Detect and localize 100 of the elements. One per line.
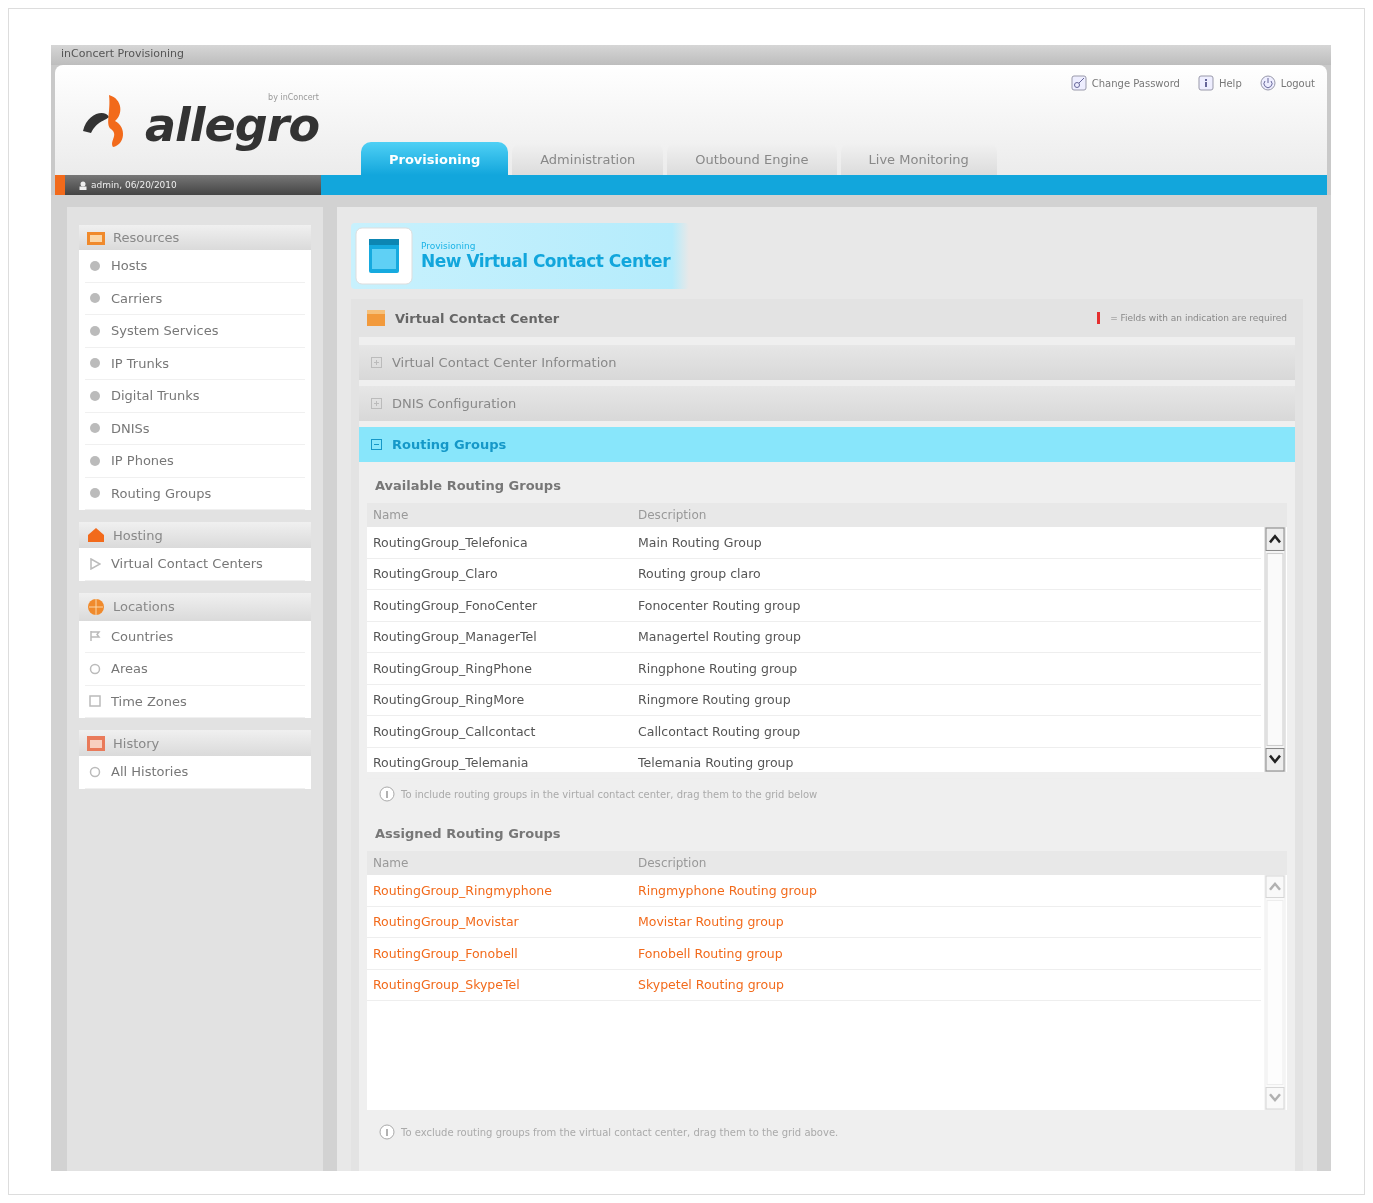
play-icon <box>89 557 101 570</box>
table-cell-text: RoutingGroup_RingMore <box>372 692 526 708</box>
table-cell-text: RoutingGroup_Ringmyphone <box>372 882 553 898</box>
calendar-icon <box>87 735 105 751</box>
required-marker <box>1097 312 1101 324</box>
sidebar-item[interactable]: Carriers <box>85 282 305 315</box>
header-link[interactable]: Logout <box>1259 75 1315 91</box>
window-title: inConcert Provisioning <box>51 45 1331 65</box>
grid-row[interactable]: RoutingGroup_Telefonica Main Routing Group <box>367 527 1261 559</box>
logo-tagline: by inConcert <box>268 92 319 102</box>
table-cell-text: RoutingGroup_RingPhone <box>372 660 533 676</box>
sidebar-item[interactable]: Hosts <box>85 250 305 283</box>
header-link[interactable]: Change Password <box>1070 75 1180 91</box>
sidebar-group-header[interactable]: History <box>79 730 311 756</box>
table-cell-text: Ringmyphone Routing group <box>637 882 818 898</box>
dot-icon <box>89 357 101 370</box>
table-cell-text: RoutingGroup_FonoCenter <box>372 597 539 613</box>
sidebar-item[interactable]: IP Phones <box>85 445 305 478</box>
dot-icon <box>89 324 101 337</box>
column-header: Description <box>637 855 708 872</box>
dot-icon <box>89 487 101 500</box>
dot-icon <box>89 292 101 305</box>
table-cell-text: RoutingGroup_Fonobell <box>372 945 519 961</box>
grid-title: Available Routing Groups <box>374 477 562 495</box>
info-icon <box>379 786 395 802</box>
sidebar-item[interactable]: Areas <box>85 653 305 686</box>
scrollbar[interactable] <box>1261 875 1287 1110</box>
grid-title: Assigned Routing Groups <box>374 825 562 843</box>
table-cell-text: Ringmore Routing group <box>637 692 792 708</box>
house-icon <box>87 527 105 543</box>
table-cell-text: RoutingGroup_Telefonica <box>372 534 529 550</box>
sidebar-group-header[interactable]: Hosting <box>79 522 311 548</box>
grid-row[interactable]: RoutingGroup_FonoCenter Fonocenter Routing group <box>367 590 1261 622</box>
breadcrumb: Provisioning <box>421 241 477 251</box>
accordion-header[interactable]: DNIS Configuration <box>359 386 1295 421</box>
user-info: admin, 06/20/2010 <box>91 180 177 190</box>
info-icon <box>379 1124 395 1140</box>
grid-row[interactable]: RoutingGroup_Fonobell Fonobell Routing group <box>367 938 1261 970</box>
logout-icon <box>1259 75 1276 91</box>
sidebar-item[interactable]: IP Trunks <box>85 347 305 380</box>
scrollbar[interactable] <box>1261 527 1287 772</box>
header-link[interactable]: Help <box>1197 75 1242 91</box>
hint-text: To exclude routing groups from the virtual contact center, drag them to the grid above. <box>401 1126 839 1138</box>
grid-row[interactable]: RoutingGroup_Callcontact Callcontact Routing group <box>367 716 1261 748</box>
table-cell-text: RoutingGroup_Claro <box>372 566 499 582</box>
table-cell-text: RoutingGroup_Callcontact <box>372 723 537 739</box>
window-icon <box>355 227 413 285</box>
table-cell-text: Ringphone Routing group <box>637 660 799 676</box>
table-cell-text: Skypetel Routing group <box>637 977 785 993</box>
sidebar-item[interactable]: Digital Trunks <box>85 380 305 413</box>
accordion-header[interactable]: Virtual Contact Center Information <box>359 345 1295 380</box>
table-cell-text: RoutingGroup_Movistar <box>372 914 520 930</box>
column-header: Name <box>372 855 410 872</box>
grid-row[interactable]: RoutingGroup_RingMore Ringmore Routing group <box>367 684 1261 716</box>
sidebar-group-header[interactable]: Locations <box>79 592 311 621</box>
table-cell-text: Managertel Routing group <box>637 629 803 645</box>
dot-icon <box>89 259 101 272</box>
grid-row[interactable]: RoutingGroup_SkypeTel Skypetel Routing group <box>367 969 1261 1001</box>
table-cell-text: Main Routing Group <box>637 534 763 550</box>
sidebar-item[interactable]: Routing Groups <box>85 477 305 510</box>
circle-icon <box>89 662 101 675</box>
table-cell-text: RoutingGroup_SkypeTel <box>372 977 521 993</box>
grid-row[interactable]: RoutingGroup_RingPhone Ringphone Routing group <box>367 653 1261 685</box>
grid-row[interactable]: RoutingGroup_Claro Routing group claro <box>367 558 1261 590</box>
table-cell-text: Fonobell Routing group <box>637 945 784 961</box>
plus-icon <box>371 357 382 368</box>
table-cell-text: Telemania Routing group <box>637 755 795 771</box>
column-header: Name <box>372 507 410 524</box>
globe-icon <box>87 597 105 616</box>
sidebar-item[interactable]: DNISs <box>85 412 305 445</box>
dot-icon <box>89 454 101 467</box>
dot-icon <box>89 389 101 402</box>
minus-icon <box>371 439 382 450</box>
flag-icon <box>89 630 101 643</box>
grid-row[interactable]: RoutingGroup_Ringmyphone Ringmyphone Routing group <box>367 875 1261 907</box>
sidebar-item[interactable]: Countries <box>85 620 305 653</box>
page-title: New Virtual Contact Center <box>421 251 671 271</box>
panel-title: Virtual Contact Center <box>395 310 561 326</box>
circle-icon <box>89 765 101 778</box>
sidebar-item[interactable]: Time Zones <box>85 685 305 718</box>
grid-row[interactable]: RoutingGroup_Movistar Movistar Routing group <box>367 906 1261 938</box>
required-note: = Fields with an indication are required <box>1110 313 1287 323</box>
grid-row[interactable]: RoutingGroup_Telemania Telemania Routing group <box>367 747 1261 779</box>
sidebar-group-header[interactable]: Resources <box>79 225 311 250</box>
hint-text: To include routing groups in the virtual contact center, drag them to the grid below <box>401 788 818 800</box>
table-cell-text: RoutingGroup_ManagerTel <box>372 629 538 645</box>
table-cell-text: Routing group claro <box>637 566 762 582</box>
sidebar-item[interactable]: System Services <box>85 315 305 348</box>
help-icon <box>1197 75 1214 91</box>
panel-icon <box>367 309 385 327</box>
grid-row[interactable]: RoutingGroup_ManagerTel Managertel Routing group <box>367 621 1261 653</box>
key-icon <box>1070 75 1087 91</box>
table-cell-text: Callcontact Routing group <box>637 723 802 739</box>
table-cell-text: Movistar Routing group <box>637 914 785 930</box>
table-cell-text: RoutingGroup_Telemania <box>372 755 530 771</box>
dot-icon <box>89 422 101 435</box>
folder-icon <box>87 230 105 245</box>
user-icon <box>79 180 87 190</box>
column-header: Description <box>637 507 708 524</box>
table-cell-text: Fonocenter Routing group <box>637 597 802 613</box>
